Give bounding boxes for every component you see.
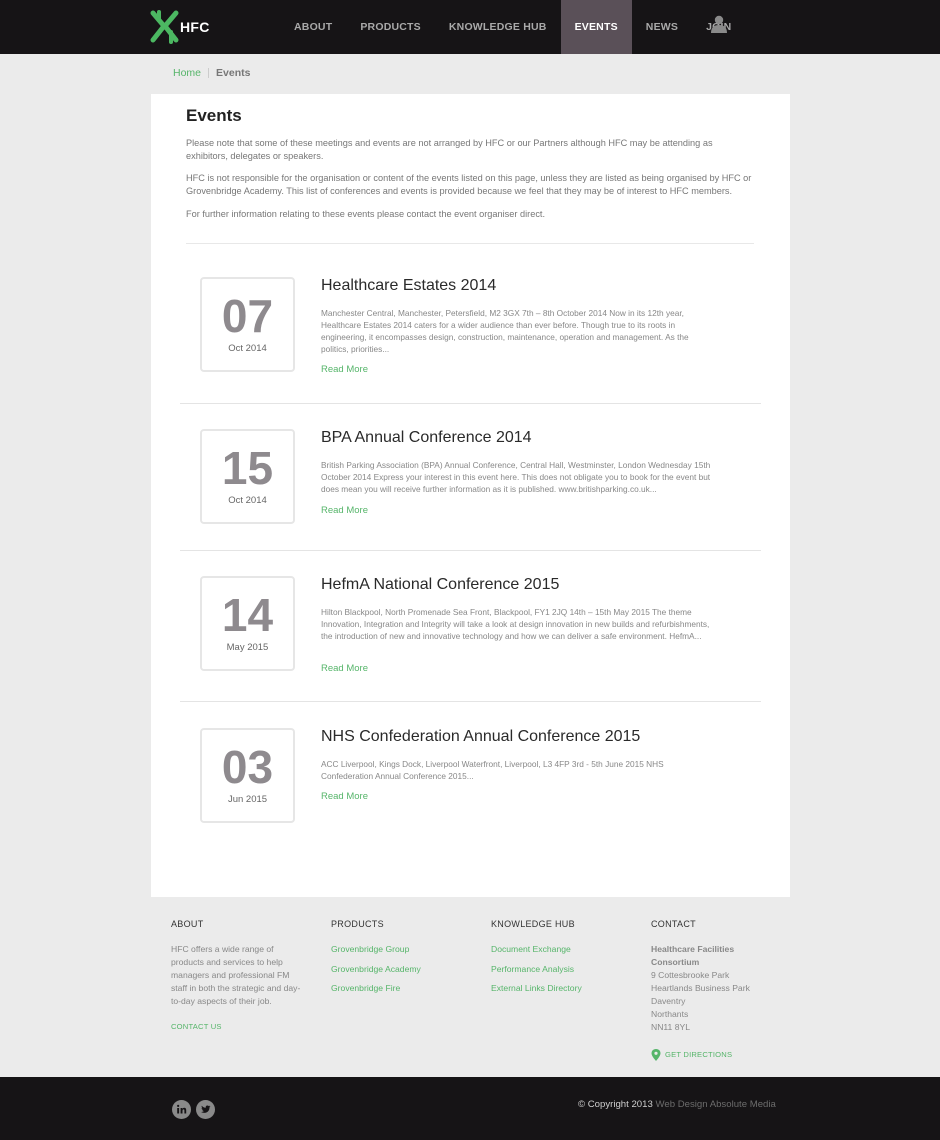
nav-item-news[interactable]: NEWS bbox=[632, 0, 692, 54]
event-description: Manchester Central, Manchester, Petersfi… bbox=[321, 308, 689, 354]
logo-text: HFC bbox=[180, 19, 210, 35]
event-day: 03 bbox=[221, 741, 274, 793]
event-day: 15 bbox=[221, 442, 274, 494]
read-more-link[interactable]: Read More bbox=[321, 364, 368, 375]
event-month: Oct 2014 bbox=[228, 343, 267, 354]
twitter-glyph-icon bbox=[201, 1105, 211, 1113]
footer-link[interactable]: Grovenbridge Group bbox=[331, 943, 471, 956]
nav-item-events[interactable]: EVENTS bbox=[560, 0, 632, 54]
intro-paragraph: HFC is not responsible for the organisat… bbox=[186, 173, 752, 196]
event-date-box: 03 Jun 2015 bbox=[200, 728, 295, 823]
user-icon[interactable] bbox=[709, 14, 729, 34]
divider bbox=[180, 701, 761, 702]
breadcrumb-home-link[interactable]: Home bbox=[173, 67, 201, 79]
top-navbar: HFC ABOUT PRODUCTS KNOWLEDGE HUB EVENTS … bbox=[0, 0, 940, 54]
event-day: 07 bbox=[221, 290, 274, 342]
event-title[interactable]: HefmA National Conference 2015 bbox=[321, 576, 559, 594]
divider bbox=[180, 403, 761, 404]
footer-about-text: HFC offers a wide range of products and … bbox=[171, 944, 301, 1006]
twitter-icon[interactable] bbox=[196, 1100, 215, 1119]
contact-us-link[interactable]: CONTACT US bbox=[171, 1020, 301, 1033]
get-directions-label: GET DIRECTIONS bbox=[665, 1050, 733, 1059]
linkedin-glyph-icon bbox=[177, 1104, 187, 1114]
page-title: Events bbox=[186, 106, 242, 125]
footer-heading: PRODUCTS bbox=[331, 919, 384, 929]
footer-about: ABOUT HFC offers a wide range of product… bbox=[171, 918, 301, 1033]
footer-heading: CONTACT bbox=[651, 919, 696, 929]
footer-heading: KNOWLEDGE HUB bbox=[491, 919, 575, 929]
event-title[interactable]: BPA Annual Conference 2014 bbox=[321, 429, 532, 447]
nav-item-products[interactable]: PRODUCTS bbox=[346, 0, 435, 54]
address-line: Daventry bbox=[651, 996, 686, 1006]
event-description: ACC Liverpool, Kings Dock, Liverpool Wat… bbox=[321, 759, 664, 781]
map-pin-icon bbox=[651, 1048, 661, 1061]
bottom-bar: © Copyright 2013 Web Design Absolute Med… bbox=[0, 1077, 940, 1140]
divider bbox=[180, 550, 761, 551]
event-title[interactable]: NHS Confederation Annual Conference 2015 bbox=[321, 728, 640, 746]
footer-products: PRODUCTS Grovenbridge Group Grovenbridge… bbox=[331, 918, 471, 1002]
address-line: Northants bbox=[651, 1009, 689, 1019]
footer-link[interactable]: External Links Directory bbox=[491, 982, 631, 995]
nav-item-knowledge-hub[interactable]: KNOWLEDGE HUB bbox=[435, 0, 561, 54]
intro-paragraph: Please note that some of these meetings … bbox=[186, 138, 713, 161]
address-line: NN11 8YL bbox=[651, 1022, 691, 1032]
read-more-link[interactable]: Read More bbox=[321, 791, 368, 802]
footer-heading: ABOUT bbox=[171, 919, 204, 929]
nav-item-about[interactable]: ABOUT bbox=[280, 0, 346, 54]
event-date-box: 07 Oct 2014 bbox=[200, 277, 295, 372]
hfc-logo-mark-icon bbox=[150, 10, 179, 44]
events-card: Events Please note that some of these me… bbox=[151, 94, 790, 897]
copyright-text: © Copyright 2013 bbox=[578, 1099, 653, 1110]
breadcrumb-current: Events bbox=[216, 67, 251, 79]
footer-knowledge-hub: KNOWLEDGE HUB Document Exchange Performa… bbox=[491, 918, 631, 1002]
read-more-link[interactable]: Read More bbox=[321, 663, 368, 674]
address-line: Heartlands Business Park bbox=[651, 983, 750, 993]
contact-org-name: Healthcare Facilities Consortium bbox=[651, 944, 735, 967]
footer-link[interactable]: Grovenbridge Fire bbox=[331, 982, 471, 995]
breadcrumb-separator bbox=[208, 68, 210, 78]
footer-link[interactable]: Grovenbridge Academy bbox=[331, 963, 471, 976]
copyright: © Copyright 2013 Web Design Absolute Med… bbox=[578, 1099, 776, 1110]
event-month: Oct 2014 bbox=[228, 495, 267, 506]
event-description: British Parking Association (BPA) Annual… bbox=[321, 460, 711, 494]
footer-link[interactable]: Document Exchange bbox=[491, 943, 631, 956]
linkedin-icon[interactable] bbox=[172, 1100, 191, 1119]
footer-contact: CONTACT Healthcare Facilities Consortium… bbox=[651, 918, 771, 1061]
web-design-credit-link[interactable]: Web Design Absolute Media bbox=[655, 1099, 775, 1110]
hfc-logo[interactable]: HFC bbox=[150, 10, 210, 46]
event-date-box: 14 May 2015 bbox=[200, 576, 295, 671]
event-month: May 2015 bbox=[226, 642, 269, 653]
event-date-box: 15 Oct 2014 bbox=[200, 429, 295, 524]
footer-link[interactable]: Performance Analysis bbox=[491, 963, 631, 976]
read-more-link[interactable]: Read More bbox=[321, 505, 368, 516]
event-title[interactable]: Healthcare Estates 2014 bbox=[321, 277, 496, 295]
breadcrumb: Home Events bbox=[173, 67, 250, 79]
event-month: Jun 2015 bbox=[227, 794, 268, 805]
address-line: 9 Cottesbrooke Park bbox=[651, 970, 730, 980]
divider bbox=[186, 243, 754, 244]
event-day: 14 bbox=[221, 589, 274, 641]
get-directions-link[interactable]: GET DIRECTIONS bbox=[651, 1048, 771, 1061]
main-nav: ABOUT PRODUCTS KNOWLEDGE HUB EVENTS NEWS… bbox=[280, 0, 745, 54]
event-description: Hilton Blackpool, North Promenade Sea Fr… bbox=[321, 607, 710, 641]
intro-paragraph: For further information relating to thes… bbox=[186, 209, 546, 219]
